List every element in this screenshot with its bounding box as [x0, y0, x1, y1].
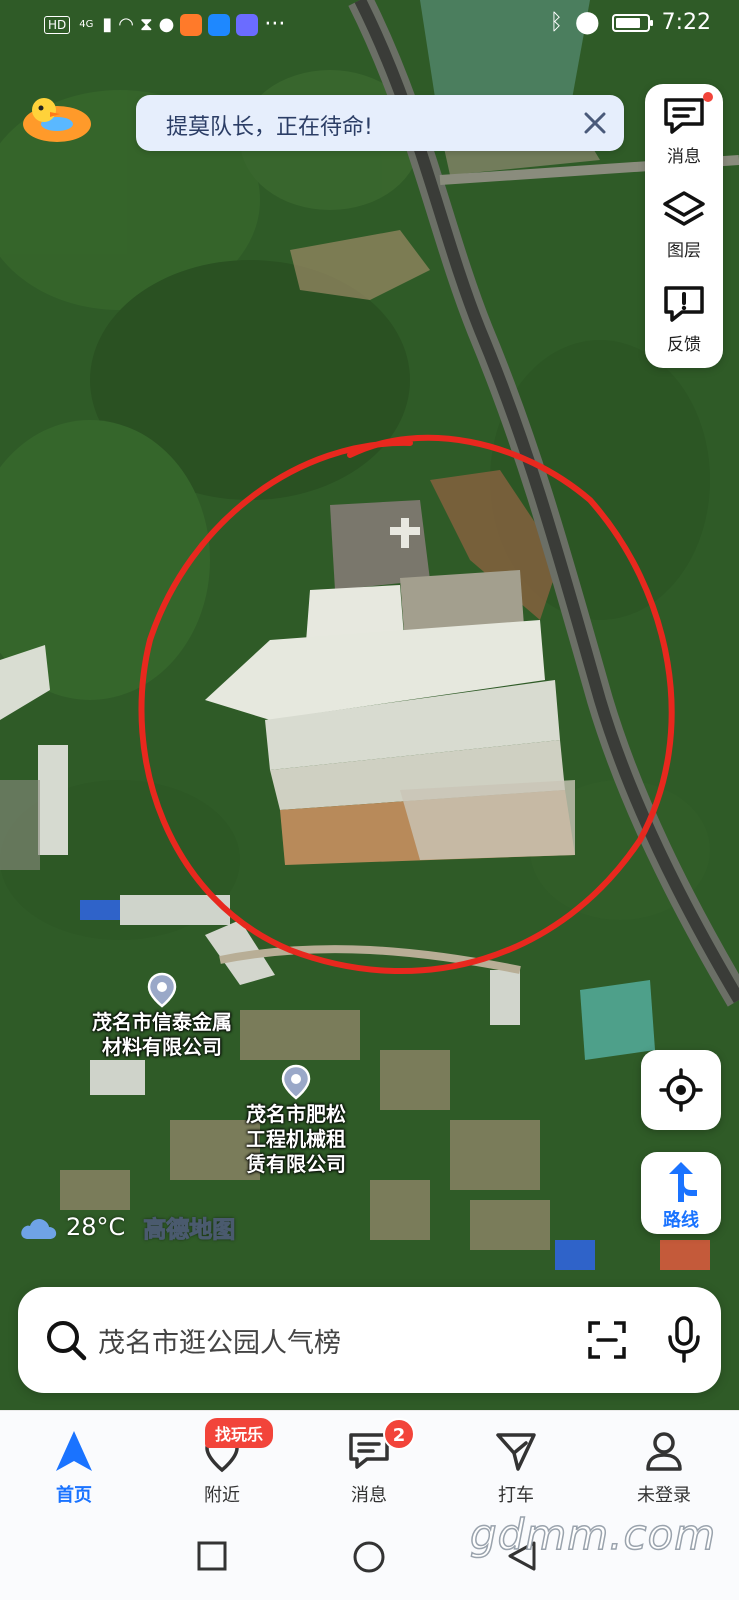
location-status-icon: ⬤	[574, 10, 600, 35]
nav-nearby-label: 附近	[204, 1485, 240, 1506]
bottom-navigation: 首页 附近 消息 打车 未登录	[0, 1410, 739, 1520]
nav-taxi[interactable]: 打车	[456, 1429, 576, 1507]
microphone-icon[interactable]	[666, 1315, 702, 1365]
unread-dot	[703, 92, 713, 102]
more-icon: ···	[264, 12, 286, 37]
feedback-button[interactable]: 反馈	[645, 272, 723, 362]
message-button[interactable]: 消息	[645, 84, 723, 174]
nav-home[interactable]: 首页	[14, 1429, 134, 1507]
message-badge: 2	[383, 1418, 415, 1450]
locate-button[interactable]	[641, 1050, 721, 1130]
search-placeholder[interactable]: 茂名市逛公园人气榜	[98, 1321, 341, 1360]
message-label: 消息	[667, 147, 701, 167]
poi-name-line2: 工程机械租	[246, 1127, 346, 1151]
amap-logo: 高德地图	[143, 1217, 236, 1244]
nav-home-label: 首页	[56, 1485, 92, 1506]
layers-icon	[663, 191, 705, 226]
assistant-banner[interactable]: 提莫队长，正在待命!	[136, 95, 624, 151]
user-icon	[646, 1432, 682, 1471]
nearby-promo-tag[interactable]: 找玩乐	[205, 1418, 274, 1448]
search-bar[interactable]: 茂名市逛公园人气榜	[18, 1287, 721, 1393]
battery-icon	[611, 13, 653, 32]
status-left: HD 4G ▮ ◠ ⧗ ● ···	[44, 12, 285, 37]
crosshair-icon	[659, 1068, 703, 1112]
weather-widget[interactable]: 28°C 高德地图	[18, 1210, 236, 1244]
location-pin-icon	[281, 1064, 311, 1100]
status-bar: HD 4G ▮ ◠ ⧗ ● ··· ᛒ ⬤ 7:22	[0, 0, 739, 52]
hourglass-icon: ⧗	[140, 14, 153, 35]
mascot-avatar[interactable]	[20, 92, 94, 146]
feedback-label: 反馈	[667, 335, 701, 355]
watermark: gdmm.com	[469, 1509, 717, 1560]
message-icon	[664, 98, 704, 134]
nav-messages-label: 消息	[351, 1485, 387, 1506]
app-orange-icon	[180, 13, 203, 36]
feedback-icon	[664, 286, 704, 322]
home-circle-icon[interactable]	[352, 1540, 386, 1574]
poi-xintai-metal[interactable]: 茂名市信泰金属 材料有限公司	[92, 972, 232, 1060]
nav-profile-label: 未登录	[637, 1485, 691, 1506]
satellite-map[interactable]	[0, 0, 739, 1410]
network-type: 4G	[79, 18, 94, 30]
route-button[interactable]: 路线	[641, 1152, 721, 1234]
search-icon	[47, 1321, 87, 1361]
wechat-icon: ●	[158, 14, 175, 35]
nav-profile[interactable]: 未登录	[604, 1429, 724, 1507]
clock: 7:22	[661, 10, 711, 35]
signal-icon: ▮	[102, 14, 113, 35]
scan-icon[interactable]	[586, 1319, 628, 1361]
network-chip: HD	[44, 15, 71, 34]
layers-label: 图层	[667, 241, 701, 261]
nav-taxi-label: 打车	[498, 1485, 534, 1506]
temperature: 28°C	[66, 1213, 126, 1241]
poi-name-line2: 材料有限公司	[102, 1035, 222, 1059]
poi-name-line3: 赁有限公司	[246, 1152, 346, 1176]
poi-name-line1: 茂名市肥松	[246, 1102, 346, 1126]
location-pin-icon	[147, 972, 177, 1008]
map-tools-panel: 消息 图层 反馈	[645, 84, 723, 368]
layers-button[interactable]: 图层	[645, 178, 723, 268]
route-arrow-icon	[669, 1162, 697, 1202]
navigation-arrow-icon	[56, 1431, 92, 1471]
status-right: ᛒ ⬤ 7:22	[550, 10, 711, 35]
poi-feisong-machinery[interactable]: 茂名市肥松 工程机械租 赁有限公司	[246, 1064, 346, 1177]
route-label: 路线	[663, 1210, 699, 1231]
recent-apps-icon[interactable]	[196, 1540, 228, 1572]
banner-text: 提莫队长，正在待命!	[166, 115, 373, 140]
app-music-icon	[236, 13, 259, 36]
cloud-icon	[21, 1218, 57, 1239]
taxi-arrow-icon	[496, 1433, 536, 1471]
bluetooth-icon: ᛒ	[549, 10, 563, 35]
poi-name-line1: 茂名市信泰金属	[92, 1010, 232, 1034]
wifi-icon: ◠	[118, 14, 135, 35]
app-bulb-icon	[208, 13, 231, 36]
close-icon[interactable]	[578, 106, 612, 140]
